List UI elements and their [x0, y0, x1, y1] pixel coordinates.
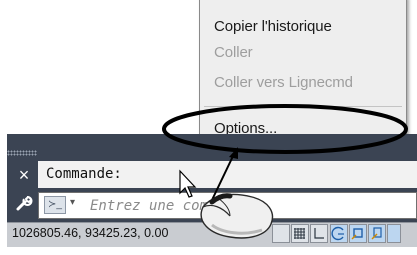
computer-mouse-icon: [200, 193, 274, 239]
annotation-overlay: [162, 104, 408, 239]
mouse-cursor-icon: [179, 169, 197, 198]
pointer-arrow-line: [211, 153, 235, 201]
highlight-ellipse: [162, 104, 408, 154]
